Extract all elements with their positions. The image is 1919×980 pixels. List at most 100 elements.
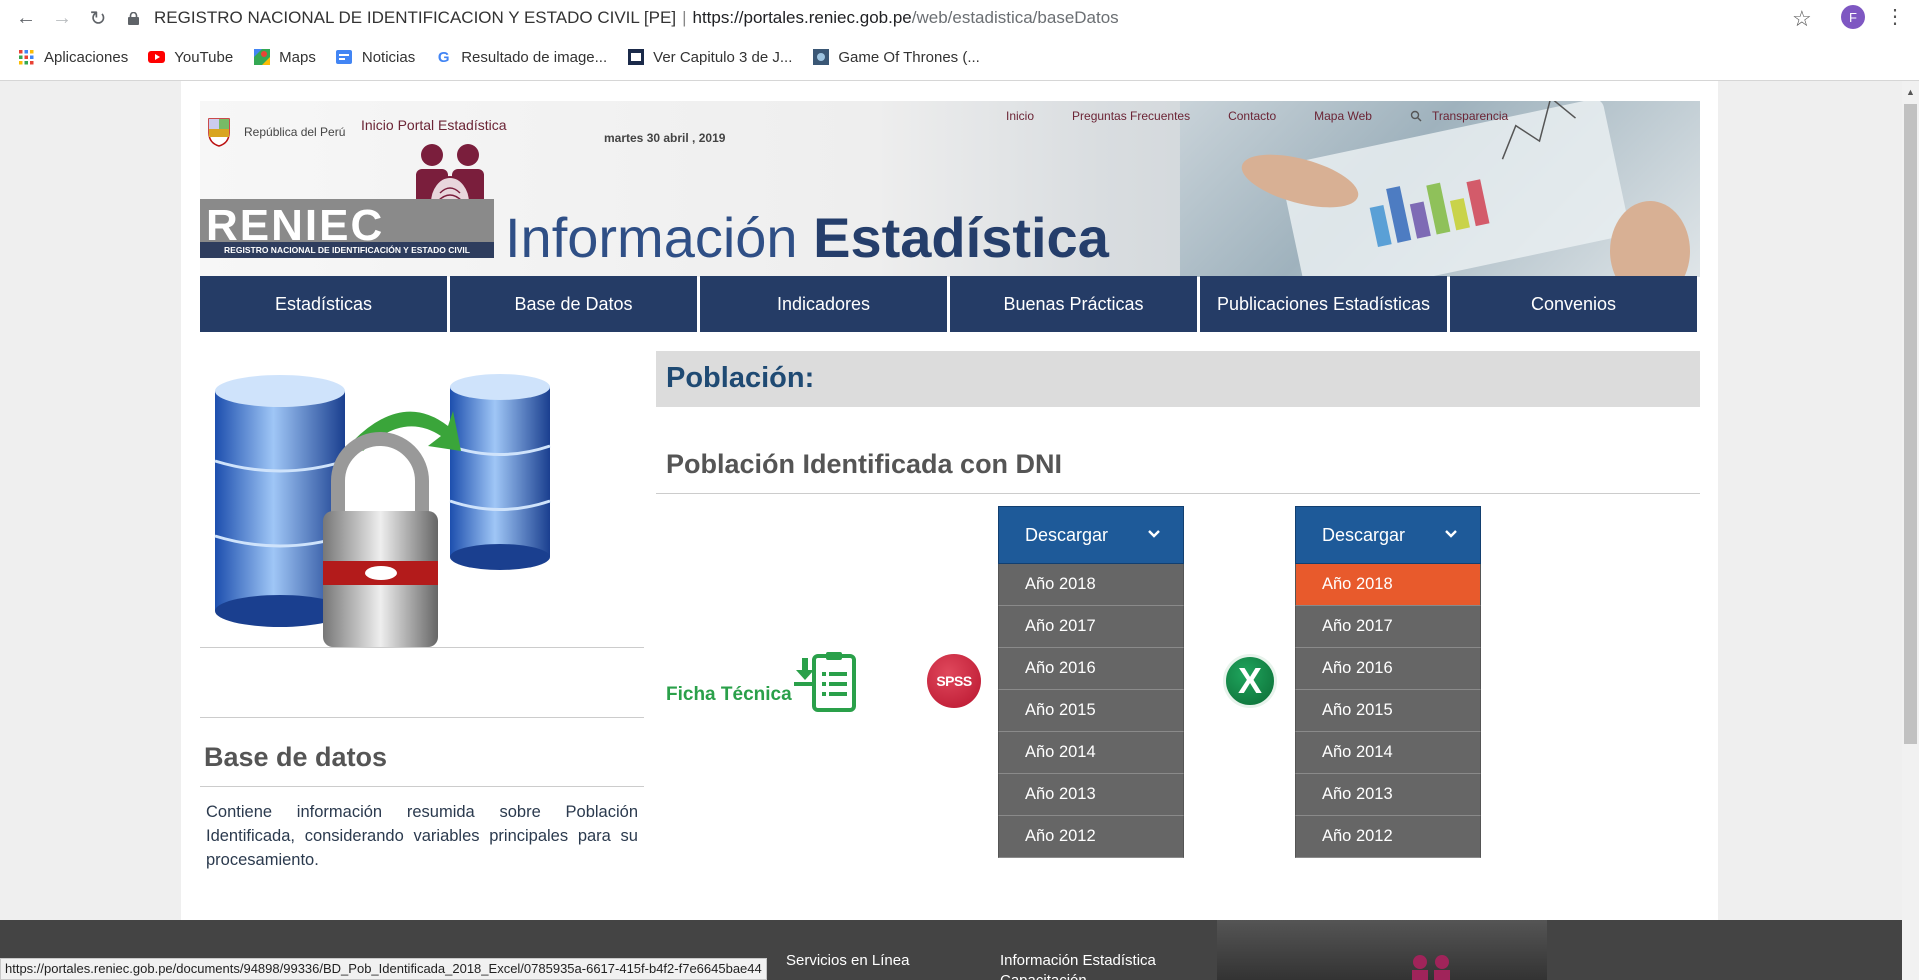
republica-text: República del Perú <box>244 125 346 139</box>
bookmark-label: Aplicaciones <box>44 48 129 66</box>
got-icon <box>812 49 829 66</box>
ficha-tecnica-label: Ficha Técnica <box>666 684 792 705</box>
bookmark-capitulo[interactable]: Ver Capitulo 3 de J... <box>627 49 792 66</box>
year-option[interactable]: Año 2012 <box>1295 816 1481 858</box>
download-button[interactable]: Descargar <box>1295 506 1481 564</box>
year-option[interactable]: Año 2015 <box>998 690 1184 732</box>
url-path[interactable]: /web/estadistica/baseDatos <box>912 8 1119 28</box>
clipboard-download-icon <box>794 652 856 712</box>
year-option[interactable]: Año 2013 <box>1295 774 1481 816</box>
maps-icon <box>253 49 270 66</box>
url-separator: | <box>682 8 687 27</box>
download-button[interactable]: Descargar <box>998 506 1184 564</box>
menu-estadisticas[interactable]: Estadísticas <box>200 276 447 332</box>
right-cylinder <box>449 374 551 570</box>
search-icon[interactable] <box>1410 109 1422 123</box>
database-lock-image <box>203 351 567 647</box>
toplink-contacto[interactable]: Contacto <box>1228 109 1276 123</box>
footer-link[interactable]: Capacitación <box>1000 972 1087 980</box>
bookmark-label: YouTube <box>174 48 234 66</box>
footer-link[interactable]: Información Estadística <box>1000 952 1156 969</box>
section-subtitle: Población Identificada con DNI <box>666 449 1063 479</box>
download-label: Descargar <box>1322 524 1406 545</box>
year-option[interactable]: Año 2012 <box>998 816 1184 858</box>
forward-button[interactable]: → <box>44 0 80 36</box>
divider <box>200 647 644 648</box>
bookmark-noticias[interactable]: Noticias <box>336 49 415 66</box>
footer-image <box>1217 920 1547 980</box>
top-links: Inicio Preguntas Frecuentes Contacto Map… <box>1006 109 1546 123</box>
padlock <box>323 432 438 647</box>
divider <box>656 493 1700 494</box>
bookmark-apps[interactable]: Aplicaciones <box>18 49 128 66</box>
bookmarks-bar: Aplicaciones YouTube Maps Noticias G Res… <box>0 44 1919 70</box>
inicio-portal-link[interactable]: Inicio Portal Estadística <box>361 117 507 133</box>
toplink-inicio[interactable]: Inicio <box>1006 109 1034 123</box>
bookmark-label: Game Of Thrones (... <box>838 48 980 66</box>
sidebar-title: Base de datos <box>204 742 388 772</box>
bookmark-maps[interactable]: Maps <box>253 49 316 66</box>
profile-avatar[interactable]: F <box>1841 5 1865 29</box>
toplink-transparencia[interactable]: Transparencia <box>1432 109 1508 123</box>
bookmark-youtube[interactable]: YouTube <box>148 49 233 66</box>
title-bold: Estadística <box>813 206 1109 269</box>
header-date: martes 30 abril , 2019 <box>604 131 726 145</box>
year-option-hovered[interactable]: Año 2018 <box>1295 564 1481 606</box>
republica-peru: República del Perú <box>206 117 345 147</box>
url-host[interactable]: https://portales.reniec.gob.pe <box>692 8 911 28</box>
footer-reniec-figures <box>1412 955 1450 980</box>
menu-buenas-practicas[interactable]: Buenas Prácticas <box>950 276 1197 332</box>
chart-hands-illustration <box>1241 101 1690 277</box>
bookmark-google-images[interactable]: G Resultado de image... <box>435 49 607 66</box>
divider <box>200 786 644 787</box>
bookmark-got[interactable]: Game Of Thrones (... <box>812 48 980 66</box>
chevron-down-icon <box>1445 530 1457 538</box>
year-option[interactable]: Año 2016 <box>998 648 1184 690</box>
excel-icon[interactable]: X <box>1223 654 1277 708</box>
download-dropdown-excel: Descargar Año 2018 Año 2017 Año 2016 Año… <box>1295 506 1481 858</box>
spss-icon[interactable]: SPSS <box>927 654 981 708</box>
menu-kebab-icon[interactable]: ⋮ <box>1885 4 1905 30</box>
year-option[interactable]: Año 2018 <box>998 564 1184 606</box>
page-title: Información Estadística <box>505 205 1109 270</box>
year-option[interactable]: Año 2017 <box>1295 606 1481 648</box>
year-option[interactable]: Año 2016 <box>1295 648 1481 690</box>
year-option[interactable]: Año 2013 <box>998 774 1184 816</box>
header-banner: República del Perú Inicio Portal Estadís… <box>200 101 1700 277</box>
divider <box>200 717 644 718</box>
ficha-tecnica-link[interactable]: Ficha Técnica <box>666 650 886 716</box>
footer-link[interactable]: Servicios en Línea <box>786 952 909 969</box>
bookmark-label: Noticias <box>361 48 416 66</box>
bookmark-star-icon[interactable]: ☆ <box>1792 6 1812 32</box>
video-icon <box>627 49 644 66</box>
download-dropdown-spss: Descargar Año 2018 Año 2017 Año 2016 Año… <box>998 506 1184 858</box>
menu-publicaciones[interactable]: Publicaciones Estadísticas <box>1200 276 1447 332</box>
year-option[interactable]: Año 2014 <box>998 732 1184 774</box>
scrollbar-thumb[interactable] <box>1904 104 1917 744</box>
chevron-down-icon <box>1148 530 1160 538</box>
toplink-mapa-web[interactable]: Mapa Web <box>1314 109 1372 123</box>
menu-convenios[interactable]: Convenios <box>1450 276 1697 332</box>
year-option[interactable]: Año 2017 <box>998 606 1184 648</box>
reniec-logo-subtitle: REGISTRO NACIONAL DE IDENTIFICACIÓN Y ES… <box>200 242 494 258</box>
back-button[interactable]: ← <box>8 0 44 36</box>
site-identity[interactable]: REGISTRO NACIONAL DE IDENTIFICACION Y ES… <box>154 8 676 28</box>
section-title: Población: <box>666 362 815 394</box>
sidebar-description: Contiene información resumida sobre Pobl… <box>206 803 638 869</box>
toplink-preguntas[interactable]: Preguntas Frecuentes <box>1072 109 1190 123</box>
bookmark-label: Ver Capitulo 3 de J... <box>653 48 793 66</box>
browser-toolbar: ← → ↻ REGISTRO NACIONAL DE IDENTIFICACIO… <box>0 0 1919 36</box>
peru-shield-icon <box>208 118 230 147</box>
bookmark-label: Resultado de image... <box>461 48 608 66</box>
year-option[interactable]: Año 2015 <box>1295 690 1481 732</box>
scroll-up-arrow-icon[interactable]: ▲ <box>1904 86 1917 98</box>
lock-icon <box>126 11 140 25</box>
apps-grid-icon <box>18 49 35 66</box>
reload-button[interactable]: ↻ <box>80 0 116 36</box>
menu-base-de-datos[interactable]: Base de Datos <box>450 276 697 332</box>
year-option[interactable]: Año 2014 <box>1295 732 1481 774</box>
news-icon <box>336 49 353 66</box>
status-url-bar: https://portales.reniec.gob.pe/documents… <box>0 958 767 980</box>
banner-photo <box>1180 101 1700 277</box>
menu-indicadores[interactable]: Indicadores <box>700 276 947 332</box>
